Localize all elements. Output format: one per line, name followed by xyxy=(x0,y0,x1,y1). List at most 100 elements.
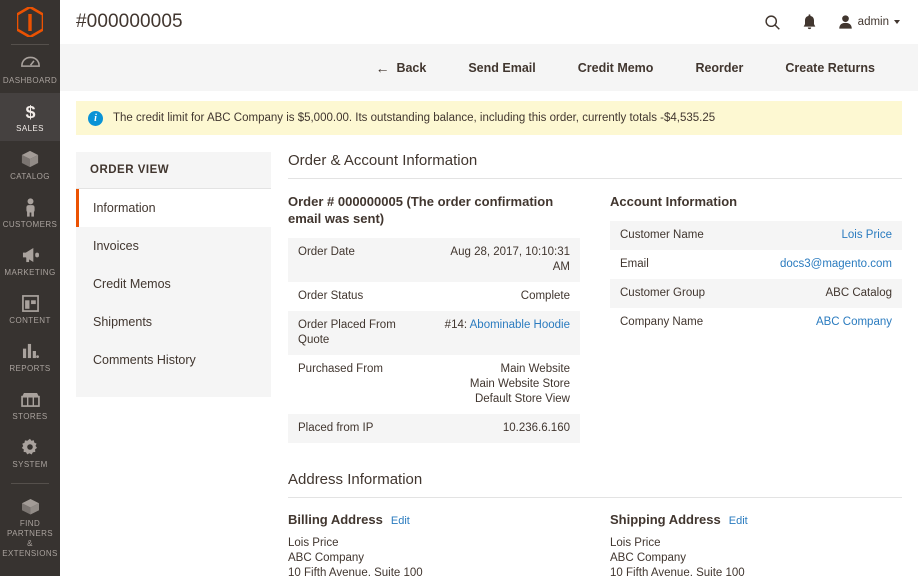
credit-memo-button[interactable]: Credit Memo xyxy=(557,61,675,75)
row-label: Order Date xyxy=(298,246,355,258)
shipping-address-lines: Lois Price ABC Company 10 Fifth Avenue, Su… xyxy=(610,537,745,576)
notice-area: i The credit limit for ABC Company is $5… xyxy=(60,91,918,135)
row-label: Email xyxy=(620,258,649,270)
sidebar-item-reports[interactable]: REPORTS xyxy=(0,333,60,381)
back-button[interactable]: ← Back xyxy=(354,61,447,75)
info-columns: Order # 000000005 (The order confirmatio… xyxy=(288,193,902,443)
action-label: Back xyxy=(396,60,427,75)
sidebar-item-system[interactable]: SYSTEM xyxy=(0,429,60,477)
row-label: Placed from IP xyxy=(298,422,374,434)
sidebar-item-dashboard[interactable]: DASHBOARD xyxy=(0,45,60,93)
row-value-text: ABC Catalog xyxy=(825,287,892,299)
order-view-tab-invoices[interactable]: Invoices xyxy=(76,227,271,265)
sidebar-item-catalog[interactable]: CATALOG xyxy=(0,141,60,189)
sidebar-divider-bottom xyxy=(11,483,49,484)
row-value-link[interactable]: Abominable Hoodie xyxy=(470,319,570,331)
info-circle-icon: i xyxy=(88,110,103,126)
order-heading: Order # 000000005 (The order confirmatio… xyxy=(288,194,554,226)
row-label: Customer Name xyxy=(620,229,704,241)
order-view-tab-comments-history[interactable]: Comments History xyxy=(76,341,271,379)
row-value[interactable]: docs3@magento.com xyxy=(756,250,902,279)
page-title: #000000005 xyxy=(76,11,183,32)
main-area: #000000005 admin ← Back Send Email Credi… xyxy=(60,0,918,576)
action-label: Reorder xyxy=(695,60,744,75)
billing-address-header: Billing Address Edit xyxy=(288,512,580,527)
send-email-button[interactable]: Send Email xyxy=(447,61,556,75)
sidebar-item-label: CONTENT xyxy=(9,316,51,325)
magento-logo[interactable] xyxy=(0,0,60,44)
order-view-tab-information[interactable]: Information xyxy=(76,189,271,227)
box-icon xyxy=(21,149,39,169)
sidebar-item-label: FIND PARTNERS & EXTENSIONS xyxy=(2,519,58,558)
person-icon xyxy=(24,197,37,217)
row-label: Company Name xyxy=(620,316,704,328)
order-account-section-title: Order & Account Information xyxy=(288,152,902,179)
billing-address-body: Lois Price ABC Company 10 Fifth Avenue, Su… xyxy=(288,536,580,576)
credit-limit-notice: i The credit limit for ABC Company is $5… xyxy=(76,101,902,135)
table-row: Company Name ABC Company xyxy=(610,308,902,337)
action-label: Send Email xyxy=(468,60,536,75)
bar-chart-icon xyxy=(22,341,39,361)
reorder-button[interactable]: Reorder xyxy=(674,61,764,75)
row-value-link[interactable]: Lois Price xyxy=(842,229,893,241)
table-row: Customer Name Lois Price xyxy=(610,221,902,250)
row-value: ABC Catalog xyxy=(756,279,902,308)
order-detail: Order & Account Information Order # 0000… xyxy=(271,152,902,576)
billing-address-lines: Lois Price ABC Company 10 Fifth Avenue, Su… xyxy=(288,537,423,576)
content-region: ORDER VIEW Information Invoices Credit Mem… xyxy=(60,135,918,576)
sidebar-item-label: STORES xyxy=(12,412,48,421)
order-view-tab-credit-memos[interactable]: Credit Memos xyxy=(76,265,271,303)
page-actions-toolbar: ← Back Send Email Credit Memo Reorder Create … xyxy=(60,44,918,91)
layout-page-icon xyxy=(21,293,39,313)
bell-icon[interactable] xyxy=(802,13,817,31)
row-value-link[interactable]: ABC Company xyxy=(816,316,892,328)
table-row: Order Placed From Quote #14: Abominable H… xyxy=(288,311,580,355)
row-value-link[interactable]: docs3@magento.com xyxy=(780,258,892,270)
shipping-address-block: Shipping Address Edit Lois Price ABC Comp… xyxy=(610,512,902,576)
storefront-icon xyxy=(20,389,40,409)
row-value-text: 10.236.6.160 xyxy=(502,422,570,434)
sidebar-item-customers[interactable]: CUSTOMERS xyxy=(0,189,60,237)
billing-address-title: Billing Address xyxy=(288,512,383,527)
table-row: Customer Group ABC Catalog xyxy=(610,279,902,308)
edit-billing-address-link[interactable]: Edit xyxy=(391,515,410,527)
order-information-column: Order # 000000005 (The order confirmatio… xyxy=(288,193,580,443)
edit-shipping-address-link[interactable]: Edit xyxy=(729,515,748,527)
order-view-panel: ORDER VIEW Information Invoices Credit Mem… xyxy=(76,152,271,576)
row-value: Main Website Main Website Store Default St… xyxy=(434,355,580,414)
table-row: Placed from IP 10.236.6.160 xyxy=(288,414,580,443)
bell-glyph xyxy=(803,13,816,29)
primary-sidebar: DASHBOARD $ SALES CATALOG CUSTOMERS MARKETING… xyxy=(0,0,60,576)
create-returns-button[interactable]: Create Returns xyxy=(764,61,896,75)
row-value-text: Aug 28, 2017, 10:10:31 AM xyxy=(450,246,570,273)
sidebar-item-sales[interactable]: $ SALES xyxy=(0,93,60,141)
page-header: #000000005 admin xyxy=(60,0,918,44)
order-information-table: Order Date Aug 28, 2017, 10:10:31 AM Order… xyxy=(288,238,580,443)
row-value[interactable]: #14: Abominable Hoodie xyxy=(434,311,580,355)
megaphone-icon xyxy=(21,245,40,265)
sidebar-item-content[interactable]: CONTENT xyxy=(0,285,60,333)
user-icon xyxy=(838,14,853,30)
table-row: Order Date Aug 28, 2017, 10:10:31 AM xyxy=(288,238,580,282)
sidebar-item-find-partners-extensions[interactable]: FIND PARTNERS & EXTENSIONS xyxy=(0,488,60,566)
sidebar-item-stores[interactable]: STORES xyxy=(0,381,60,429)
row-value: Aug 28, 2017, 10:10:31 AM xyxy=(434,238,580,282)
action-label: Credit Memo xyxy=(577,60,654,75)
account-menu[interactable]: admin xyxy=(838,14,900,30)
sidebar-item-label: CATALOG xyxy=(10,172,50,181)
row-label: Order Status xyxy=(298,290,364,302)
search-glyph xyxy=(765,14,780,30)
row-value-text: Complete xyxy=(520,290,570,302)
row-value: 10.236.6.160 xyxy=(434,414,580,443)
shipping-address-header: Shipping Address Edit xyxy=(610,512,902,527)
table-row: Email docs3@magento.com xyxy=(610,250,902,279)
sidebar-item-marketing[interactable]: MARKETING xyxy=(0,237,60,285)
search-icon[interactable] xyxy=(764,14,781,31)
order-view-heading: ORDER VIEW xyxy=(76,152,271,189)
header-actions: admin xyxy=(764,13,900,31)
row-value[interactable]: ABC Company xyxy=(756,308,902,337)
row-value[interactable]: Lois Price xyxy=(756,221,902,250)
row-label: Purchased From xyxy=(298,363,384,375)
account-heading: Account Information xyxy=(610,194,738,209)
order-view-tab-shipments[interactable]: Shipments xyxy=(76,303,271,341)
